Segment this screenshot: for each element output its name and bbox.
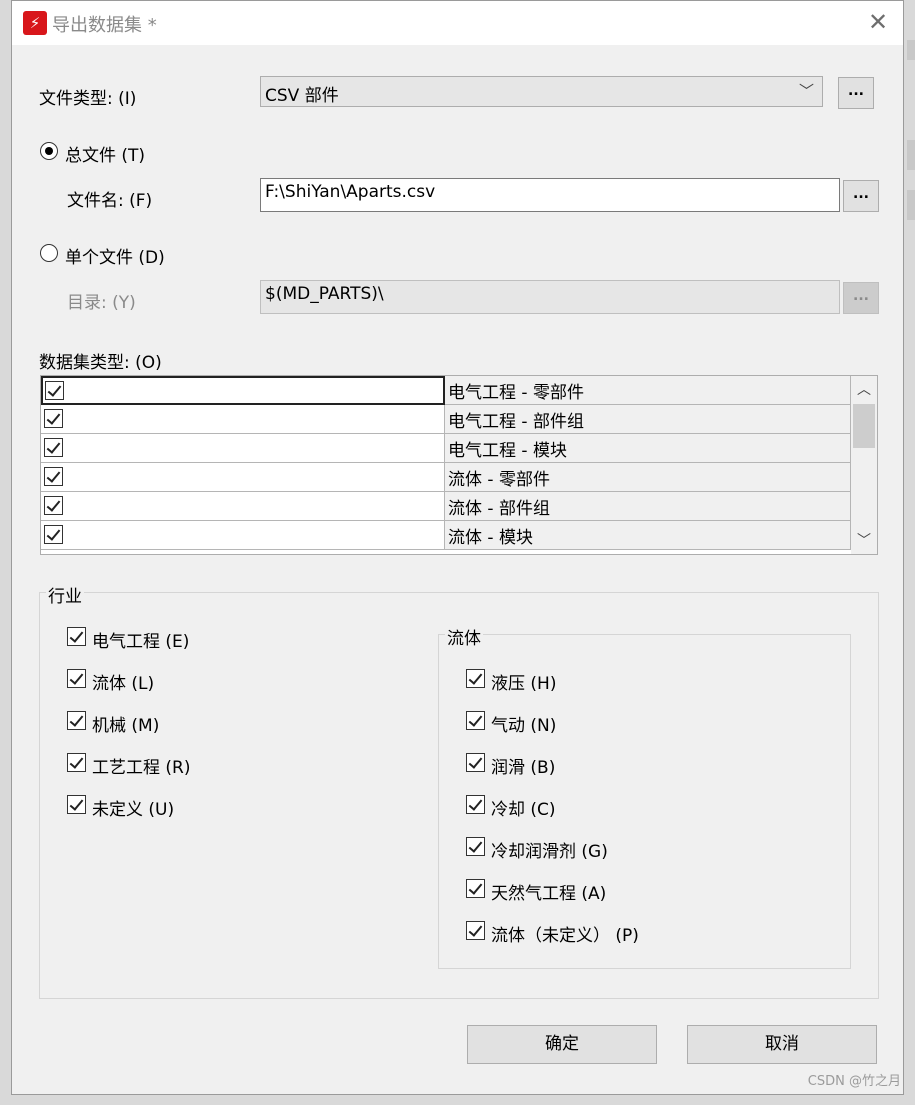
scrollbar-thumb[interactable] xyxy=(853,404,875,448)
directory-label: 目录: (Y) xyxy=(67,293,136,313)
total-file-label: 总文件 (T) xyxy=(65,146,146,166)
cancel-button[interactable]: 取消 xyxy=(687,1025,877,1064)
checkbox-cell[interactable] xyxy=(41,434,445,463)
checkbox-cell[interactable] xyxy=(41,376,445,405)
table-row[interactable]: 电气工程 - 部件组 xyxy=(41,405,851,434)
fluid-gas-label: 天然气工程 (A) xyxy=(491,884,607,904)
row-checkbox[interactable] xyxy=(44,525,63,544)
dataset-types-label: 数据集类型: (O) xyxy=(39,353,162,373)
fluid-undefined-checkbox[interactable] xyxy=(466,921,485,940)
fluid-coolant-checkbox[interactable] xyxy=(466,837,485,856)
table-row[interactable]: 电气工程 - 模块 xyxy=(41,434,851,463)
file-type-select[interactable]: CSV 部件 ﹀ xyxy=(260,76,823,107)
fluid-hydraulic-checkbox[interactable] xyxy=(466,669,485,688)
table-row[interactable]: 流体 - 模块 xyxy=(41,521,851,550)
industry-fluid-label: 流体 (L) xyxy=(92,674,155,694)
dataset-type-name: 流体 - 部件组 xyxy=(445,492,851,521)
export-dataset-dialog: ⚡ 导出数据集 * ✕ 文件类型: (I) CSV 部件 ﹀ ... 总文件 (… xyxy=(11,0,904,1095)
row-checkbox[interactable] xyxy=(44,467,63,486)
industry-process-label: 工艺工程 (R) xyxy=(92,758,191,778)
single-file-radio[interactable] xyxy=(40,244,58,262)
directory-browse-button[interactable]: ... xyxy=(843,282,879,314)
fluid-group-label: 流体 xyxy=(445,624,483,649)
watermark: CSDN @竹之月 xyxy=(807,1074,901,1089)
dataset-type-name: 流体 - 零部件 xyxy=(445,463,851,492)
close-icon[interactable]: ✕ xyxy=(865,9,891,35)
file-type-more-button[interactable]: ... xyxy=(838,77,874,109)
fluid-cooling-label: 冷却 (C) xyxy=(491,800,556,820)
industry-undefined-checkbox[interactable] xyxy=(67,795,86,814)
row-checkbox[interactable] xyxy=(44,438,63,457)
industry-mechanical-label: 机械 (M) xyxy=(92,716,160,736)
file-type-value: CSV 部件 xyxy=(265,86,339,106)
row-checkbox[interactable] xyxy=(44,496,63,515)
dataset-type-name: 电气工程 - 零部件 xyxy=(445,376,851,405)
filename-browse-button[interactable]: ... xyxy=(843,180,879,212)
table-row[interactable]: 电气工程 - 零部件 xyxy=(41,376,851,405)
industry-group-label: 行业 xyxy=(46,582,84,607)
ok-button[interactable]: 确定 xyxy=(467,1025,657,1064)
checkbox-cell[interactable] xyxy=(41,463,445,492)
fluid-undefined-label: 流体（未定义） (P) xyxy=(491,926,639,946)
window-title: 导出数据集 * xyxy=(52,15,157,36)
dataset-type-name: 电气工程 - 部件组 xyxy=(445,405,851,434)
industry-process-checkbox[interactable] xyxy=(67,753,86,772)
fluid-pneumatic-label: 气动 (N) xyxy=(491,716,557,736)
chevron-up-icon[interactable]: ︿ xyxy=(851,379,877,401)
fluid-pneumatic-checkbox[interactable] xyxy=(466,711,485,730)
industry-electrical-checkbox[interactable] xyxy=(67,627,86,646)
single-file-label: 单个文件 (D) xyxy=(65,248,165,268)
fluid-lubrication-checkbox[interactable] xyxy=(466,753,485,772)
industry-electrical-label: 电气工程 (E) xyxy=(92,632,190,652)
fluid-coolant-label: 冷却润滑剂 (G) xyxy=(491,842,608,862)
row-checkbox[interactable] xyxy=(45,381,64,400)
vertical-scrollbar[interactable]: ︿ ﹀ xyxy=(851,376,877,554)
directory-input[interactable]: $(MD_PARTS)\ xyxy=(260,280,840,314)
fluid-gas-checkbox[interactable] xyxy=(466,879,485,898)
checkbox-cell[interactable] xyxy=(41,521,445,550)
chevron-down-icon[interactable]: ﹀ xyxy=(851,530,877,552)
fluid-hydraulic-label: 液压 (H) xyxy=(491,674,557,694)
dataset-type-name: 电气工程 - 模块 xyxy=(445,434,851,463)
total-file-radio[interactable] xyxy=(40,142,58,160)
dataset-types-grid: 电气工程 - 零部件 电气工程 - 部件组 电气工程 - 模块 流体 - 零部件… xyxy=(40,375,878,555)
filename-input[interactable]: F:\ShiYan\Aparts.csv xyxy=(260,178,840,212)
industry-mechanical-checkbox[interactable] xyxy=(67,711,86,730)
fluid-lubrication-label: 润滑 (B) xyxy=(491,758,556,778)
checkbox-cell[interactable] xyxy=(41,492,445,521)
title-bar[interactable]: ⚡ 导出数据集 * ✕ xyxy=(12,1,903,45)
table-row[interactable]: 流体 - 零部件 xyxy=(41,463,851,492)
row-checkbox[interactable] xyxy=(44,409,63,428)
fluid-cooling-checkbox[interactable] xyxy=(466,795,485,814)
app-logo-icon: ⚡ xyxy=(23,11,47,35)
table-row[interactable]: 流体 - 部件组 xyxy=(41,492,851,521)
checkbox-cell[interactable] xyxy=(41,405,445,434)
filename-label: 文件名: (F) xyxy=(67,191,153,211)
chevron-down-icon: ﹀ xyxy=(798,82,814,100)
file-type-label: 文件类型: (I) xyxy=(39,89,137,109)
industry-undefined-label: 未定义 (U) xyxy=(92,800,175,820)
industry-fluid-checkbox[interactable] xyxy=(67,669,86,688)
dataset-type-name: 流体 - 模块 xyxy=(445,521,851,550)
